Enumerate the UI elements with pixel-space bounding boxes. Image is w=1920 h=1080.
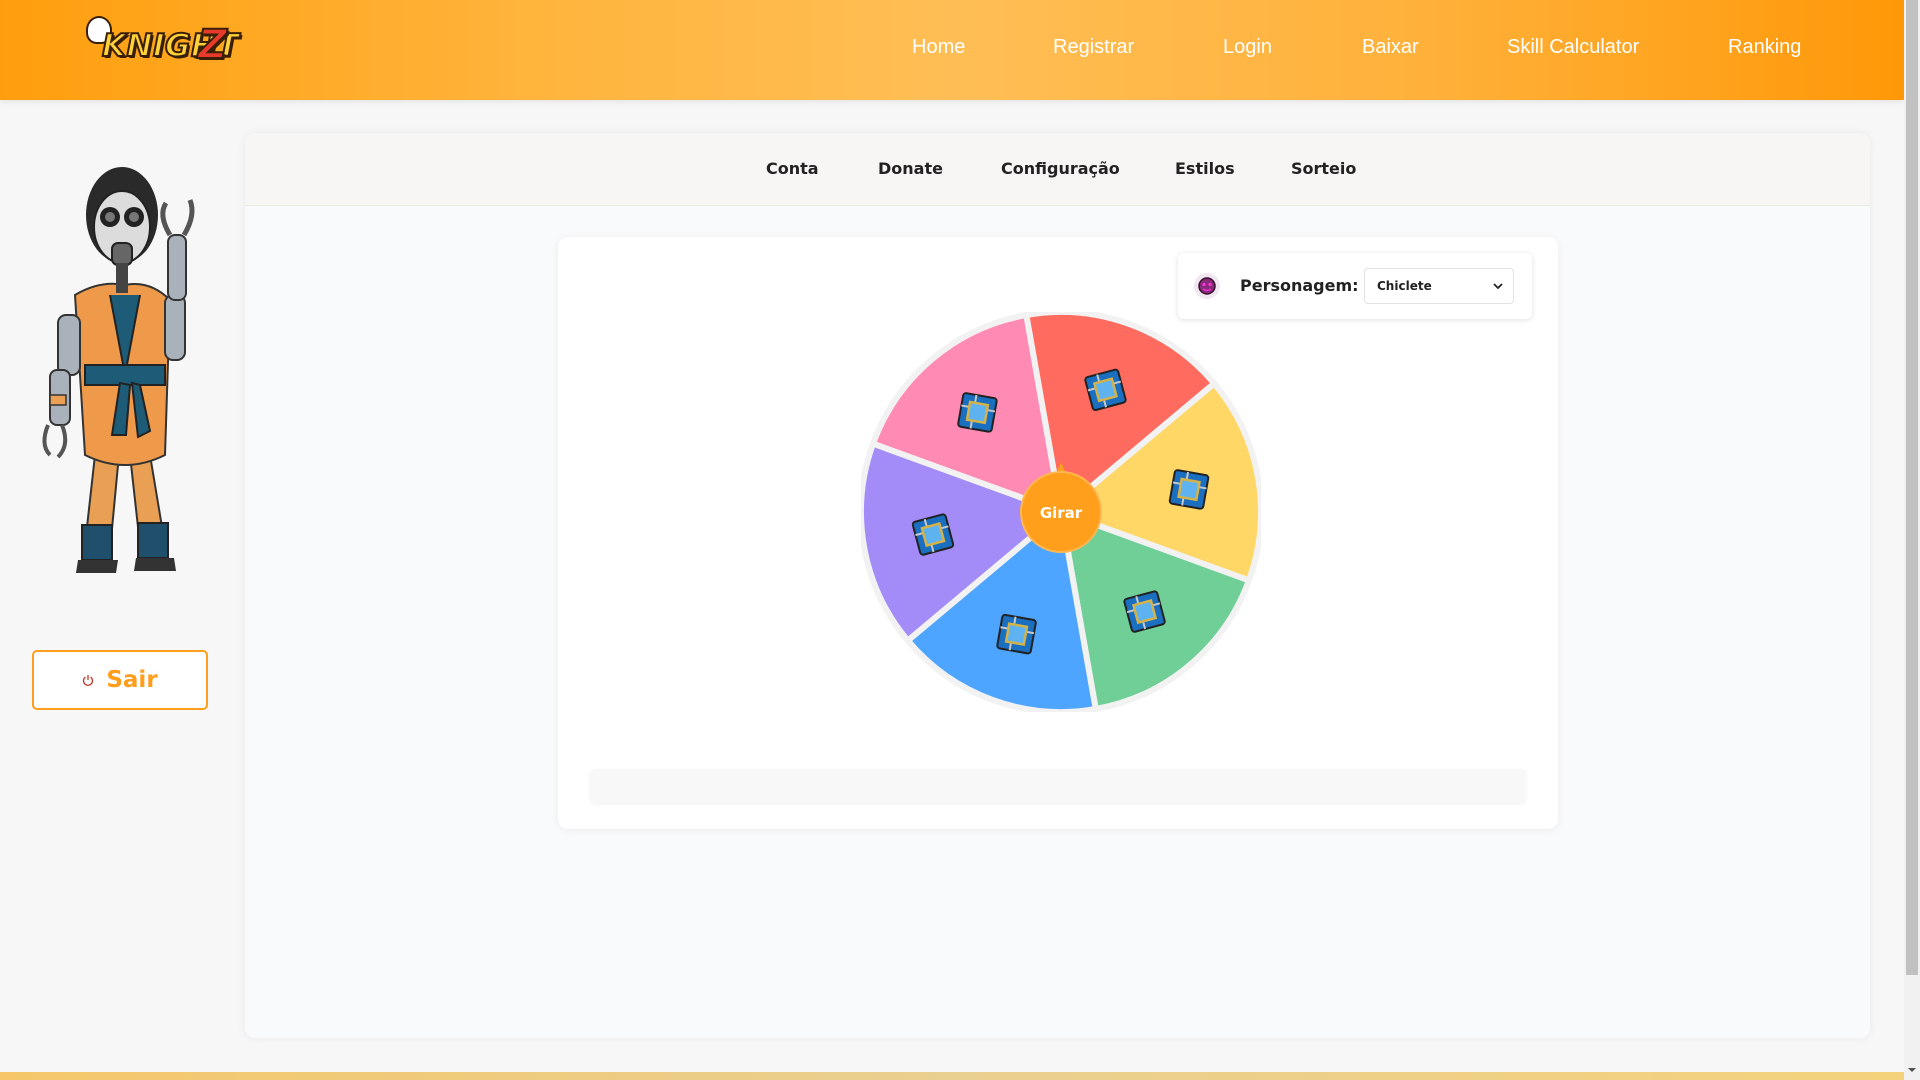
character-dropdown[interactable]: Chiclete <box>1364 268 1514 304</box>
character-selected-value: Chiclete <box>1377 279 1432 293</box>
result-message-bar <box>590 769 1526 803</box>
scrollbar-thumb[interactable] <box>1906 0 1918 975</box>
spin-label: Girar <box>1040 504 1083 522</box>
prize-box-icon <box>957 392 998 433</box>
spin-button[interactable]: Girar <box>1020 471 1102 553</box>
nav-ranking[interactable]: Ranking <box>1728 36 1801 59</box>
prize-box-icon <box>996 613 1037 655</box>
prize-box-icon <box>911 513 955 556</box>
nav-home[interactable]: Home <box>912 36 965 59</box>
roulette-card: Personagem: Chiclete Girar <box>558 237 1558 829</box>
character-label: Personagem: <box>1240 276 1359 295</box>
tab-sorteio[interactable]: Sorteio <box>1291 159 1356 178</box>
prize-box-icon <box>1123 590 1166 633</box>
character-portrait-icon <box>1194 273 1220 299</box>
nav-login[interactable]: Login <box>1223 36 1272 59</box>
roulette-wheel: Girar <box>861 312 1261 712</box>
main-nav: Home Registrar Login Baixar Skill Calcul… <box>0 0 1904 100</box>
logout-button[interactable]: Sair <box>32 650 208 710</box>
tab-donate[interactable]: Donate <box>878 159 943 178</box>
prize-box-icon <box>1168 469 1210 510</box>
nav-skill-calculator[interactable]: Skill Calculator <box>1507 36 1639 59</box>
nav-registrar[interactable]: Registrar <box>1053 36 1134 59</box>
scroll-down-arrow-icon[interactable] <box>1906 1064 1918 1076</box>
logout-label: Sair <box>106 667 158 693</box>
content-panel: Conta Donate Configuração Estilos Sortei… <box>245 133 1870 1038</box>
top-navbar: KNIGHT Z Home Registrar Login Baixar Ski… <box>0 0 1904 100</box>
tab-configuracao[interactable]: Configuração <box>1001 159 1120 178</box>
nav-baixar[interactable]: Baixar <box>1362 36 1419 59</box>
account-tabs: Conta Donate Configuração Estilos Sortei… <box>245 133 1870 206</box>
footer-strip <box>0 1072 1904 1080</box>
prize-box-icon <box>1084 368 1127 411</box>
tab-estilos[interactable]: Estilos <box>1175 159 1235 178</box>
character-avatar-image <box>42 167 195 573</box>
chevron-down-icon <box>1493 283 1503 290</box>
character-selector: Personagem: Chiclete <box>1178 253 1532 319</box>
tab-conta[interactable]: Conta <box>766 159 819 178</box>
power-icon <box>83 675 94 686</box>
